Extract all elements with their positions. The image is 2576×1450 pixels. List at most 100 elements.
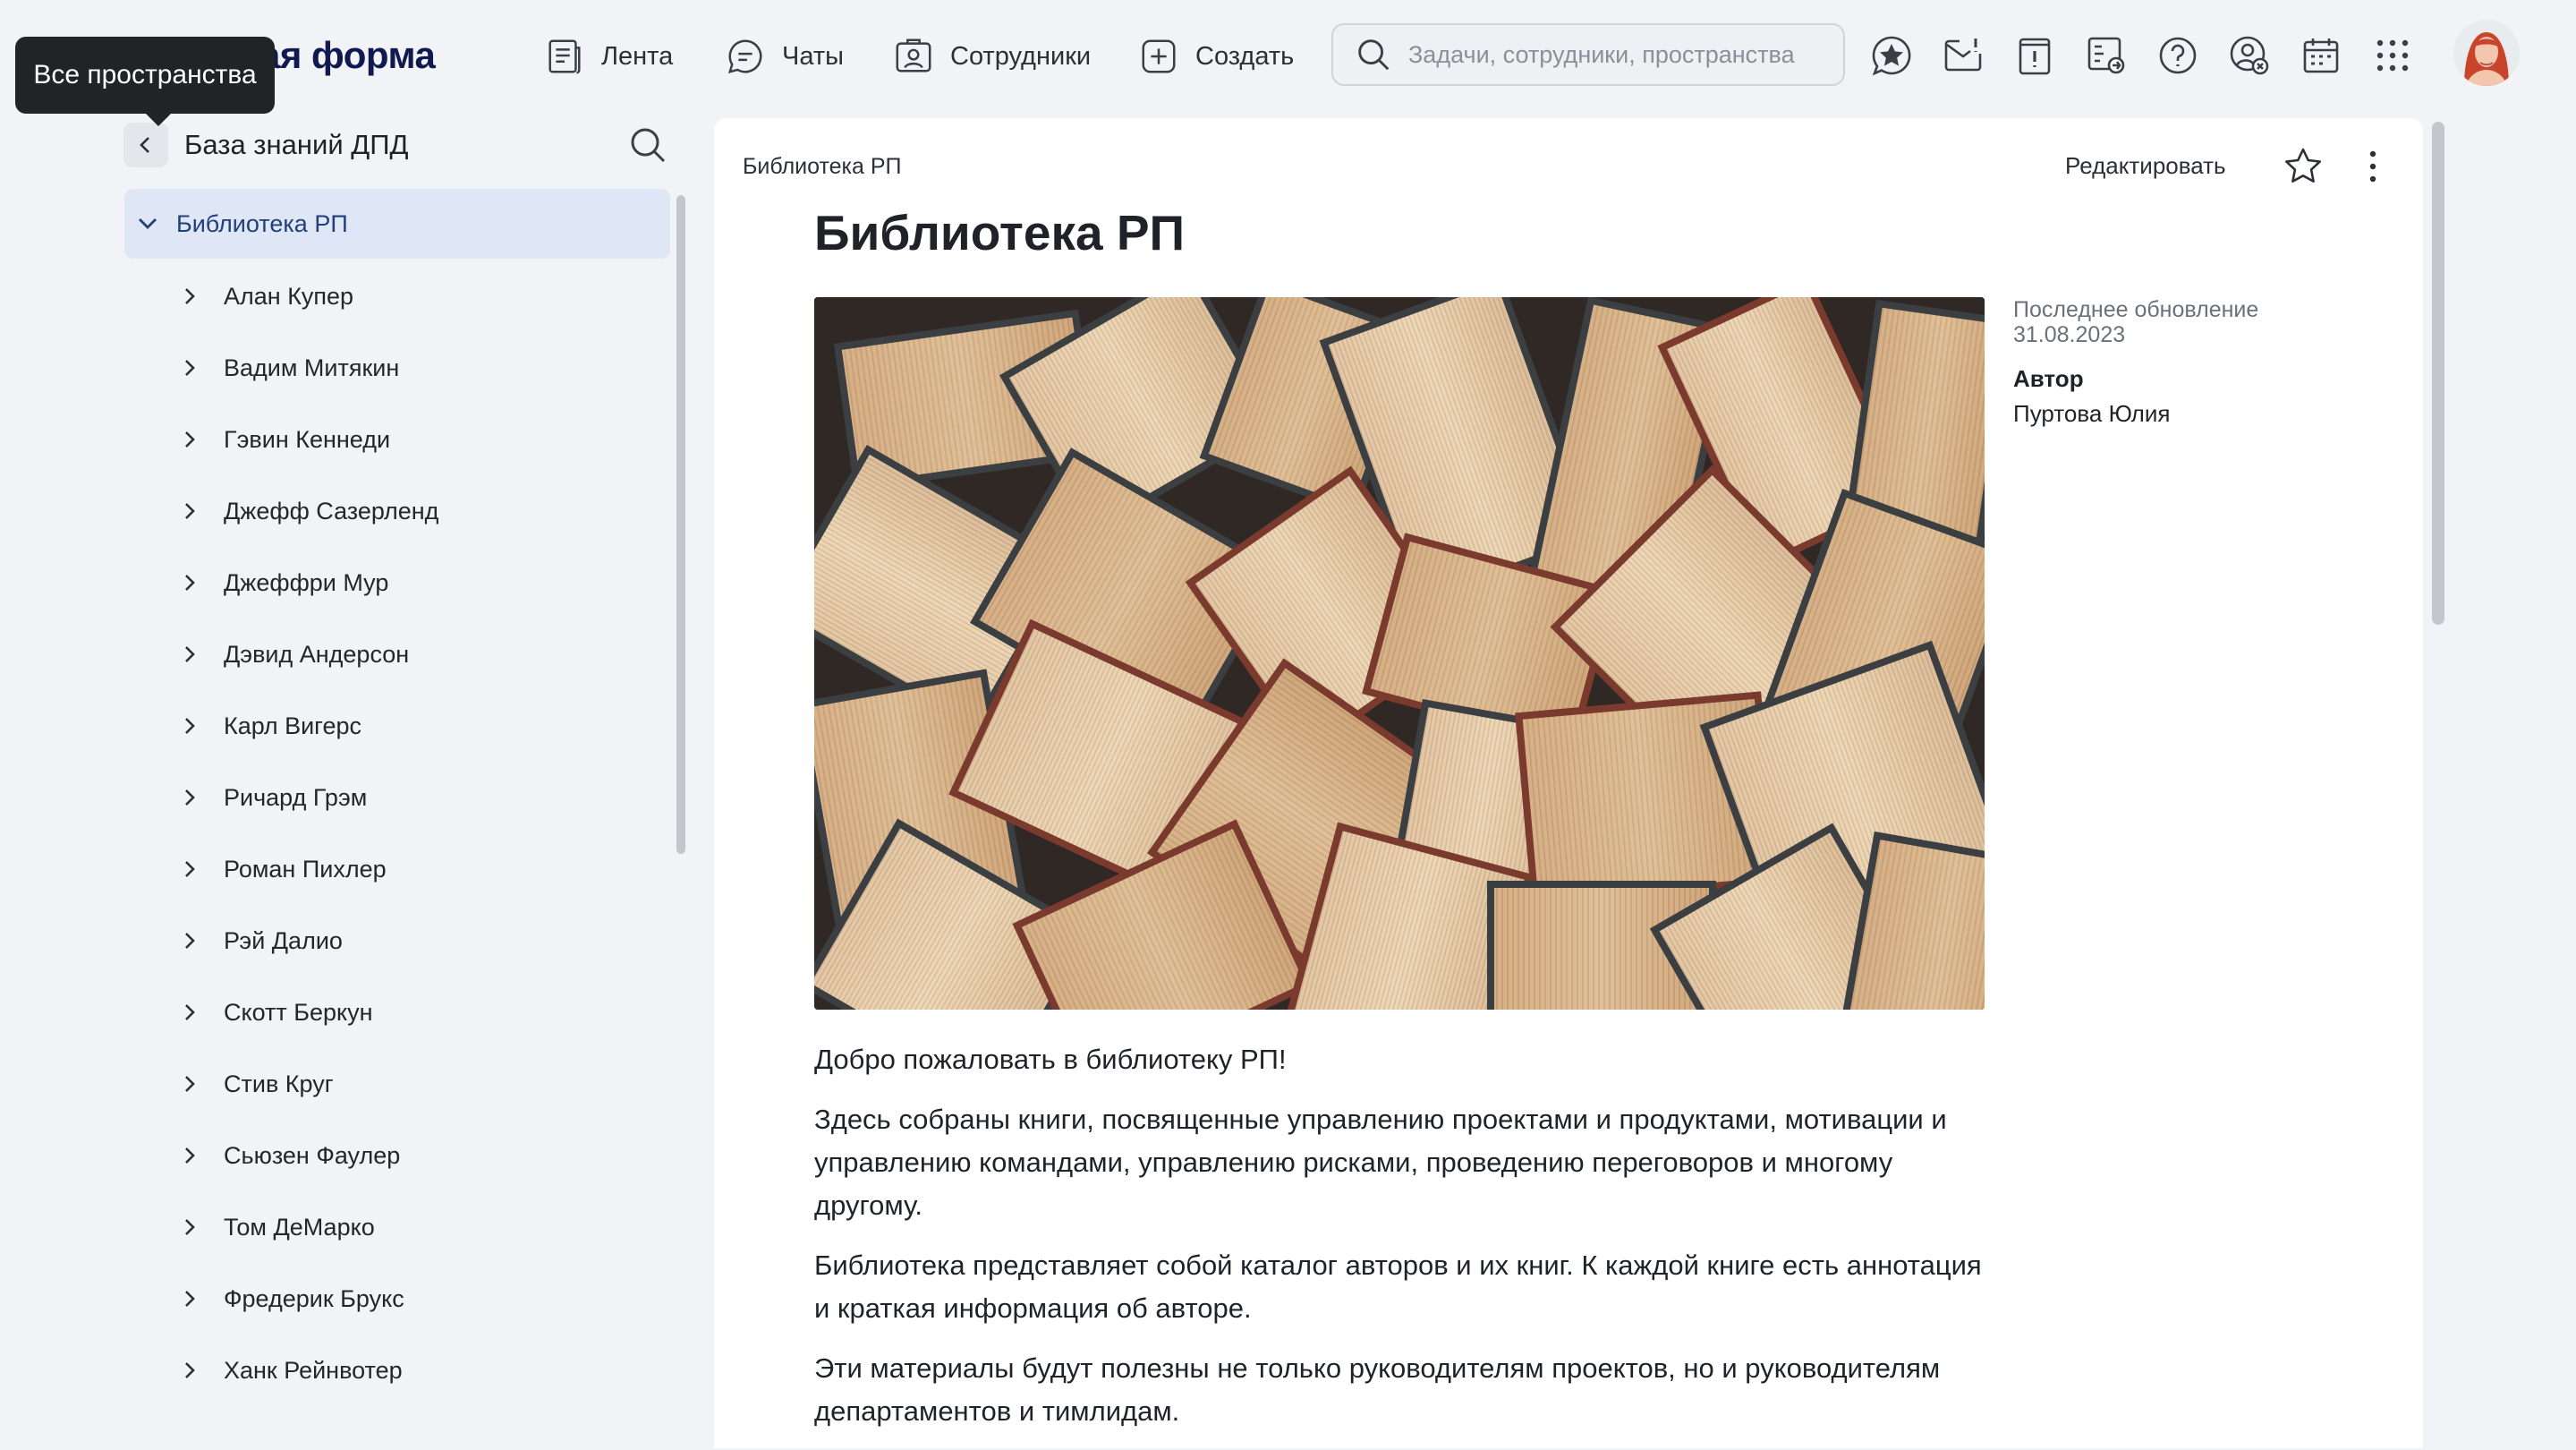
more-options-button[interactable] <box>2362 149 2384 184</box>
tree-item-label: Гэвин Кеннеди <box>224 425 391 453</box>
article-paragraph: Добро пожаловать в библиотеку РП! <box>814 1044 1287 1075</box>
tree-item-root[interactable]: Библиотека РП <box>124 189 670 259</box>
favorites-icon <box>1872 36 1911 76</box>
tree-item-label: Карл Вигерс <box>224 712 361 739</box>
article-paragraph: Здесь собраны книги, посвященные управле… <box>814 1104 1947 1221</box>
apps-button[interactable] <box>2371 34 2414 77</box>
tree-item-label: Роман Пихлер <box>224 855 387 883</box>
nav-chats[interactable]: Чаты <box>725 27 844 86</box>
chevron-right-icon <box>185 1076 195 1092</box>
star-icon <box>2285 148 2321 183</box>
tree-item[interactable]: Джефф Сазерленд <box>179 475 662 547</box>
chevron-right-icon <box>185 1147 195 1164</box>
author-name[interactable]: Пуртова Юлия <box>2013 400 2335 428</box>
tree-list: Алан Купер Вадим Митякин Гэвин Кеннеди Джеф… <box>179 260 662 1406</box>
tree-item[interactable]: Роман Пихлер <box>179 833 662 905</box>
chevron-right-icon <box>185 933 195 949</box>
user-settings-button[interactable] <box>2228 34 2271 77</box>
apps-grid-icon <box>2376 39 2409 72</box>
tree-item[interactable]: Рэй Далио <box>179 905 662 977</box>
chevron-right-icon <box>185 861 195 877</box>
tree-item-label: Скотт Беркун <box>224 998 373 1026</box>
content-panel: Библиотека РП Редактировать Библиотека Р… <box>714 118 2423 1448</box>
chevron-left-icon <box>140 137 149 153</box>
chevron-down-icon <box>139 218 157 229</box>
global-search[interactable] <box>1331 23 1845 86</box>
tree-item[interactable]: Том ДеМарко <box>179 1191 662 1263</box>
chevron-right-icon <box>185 575 195 591</box>
tree-item-label: Стив Круг <box>224 1070 334 1097</box>
chevron-right-icon <box>185 503 195 519</box>
tree-item-label: Рэй Далио <box>224 926 343 954</box>
calendar-icon <box>2303 38 2339 73</box>
settings-user-icon <box>2230 36 2269 75</box>
tree-item-label: Джеффри Мур <box>224 568 389 596</box>
back-button[interactable] <box>123 123 168 167</box>
last-updated-label: Последнее обновление <box>2013 297 2259 322</box>
tree-item[interactable]: Фредерик Брукс <box>179 1263 662 1335</box>
search-icon <box>631 128 666 163</box>
tree-item[interactable]: Дэвид Андерсон <box>179 618 662 690</box>
tree-item-label: Сьюзен Фаулер <box>224 1141 401 1169</box>
favorite-button[interactable] <box>2282 145 2325 188</box>
favorites-button[interactable] <box>1870 34 1913 77</box>
tree-item[interactable]: Стив Круг <box>179 1048 662 1120</box>
tree-item[interactable]: Алан Купер <box>179 260 662 332</box>
feed-icon <box>548 39 581 74</box>
nav-create[interactable]: Создать <box>1138 27 1294 86</box>
nav-employees[interactable]: Сотрудники <box>893 27 1091 86</box>
tree-item-label: Дэвид Андерсон <box>224 640 410 668</box>
alerts-button[interactable] <box>2013 34 2056 77</box>
edit-button[interactable]: Редактировать <box>2065 152 2226 180</box>
tree-item[interactable]: Вадим Митякин <box>179 332 662 404</box>
tasks-board-icon <box>2087 37 2125 74</box>
page-meta: Последнее обновление 31.08.2023 Автор Пу… <box>2013 297 2335 428</box>
create-icon <box>1142 39 1176 73</box>
chevron-right-icon <box>185 789 195 806</box>
nav-employees-label: Сотрудники <box>950 41 1092 71</box>
tree-item-label: Ханк Рейнвотер <box>224 1356 403 1384</box>
employees-icon <box>896 38 931 72</box>
breadcrumb[interactable]: Библиотека РП <box>743 154 902 180</box>
more-vertical-icon <box>2369 150 2376 183</box>
top-bar: ая форма Лента Чаты Сотрудники Создать <box>0 0 2576 115</box>
sidebar-scrollbar[interactable] <box>676 195 685 854</box>
space-title: База знаний ДПД <box>184 129 409 160</box>
calendar-button[interactable] <box>2300 34 2342 77</box>
content-scrollbar[interactable] <box>2432 122 2444 625</box>
chevron-right-icon <box>185 1004 195 1020</box>
sidebar-search-button[interactable] <box>626 124 669 166</box>
chevron-right-icon <box>185 431 195 448</box>
chat-icon <box>727 39 762 74</box>
books-photo <box>814 297 1985 1010</box>
cover-image <box>814 297 1985 1010</box>
nav-feed[interactable]: Лента <box>544 27 673 86</box>
messages-button[interactable] <box>1942 34 1985 77</box>
help-button[interactable] <box>2156 34 2199 77</box>
chevron-right-icon <box>185 288 195 304</box>
tree-item[interactable]: Ричард Грэм <box>179 762 662 833</box>
mail-icon <box>1944 38 1982 72</box>
tree-item-label: Ричард Грэм <box>224 783 368 811</box>
tree-item-label: Джефф Сазерленд <box>224 497 439 525</box>
chevron-right-icon <box>185 718 195 734</box>
chevron-right-icon <box>185 1362 195 1378</box>
tree-item[interactable]: Ханк Рейнвотер <box>179 1335 662 1406</box>
tree-item-label: Вадим Митякин <box>224 354 400 381</box>
tasks-board-button[interactable] <box>2085 34 2128 77</box>
tree-item[interactable]: Карл Вигерс <box>179 690 662 762</box>
tree-item[interactable]: Сьюзен Фаулер <box>179 1120 662 1191</box>
alert-icon <box>2019 38 2051 75</box>
search-input[interactable] <box>1407 39 1831 70</box>
tree-item[interactable]: Гэвин Кеннеди <box>179 404 662 475</box>
tree-item[interactable]: Скотт Беркун <box>179 977 662 1048</box>
article-paragraph: Библиотека представляет собой каталог ав… <box>814 1250 1982 1324</box>
avatar[interactable] <box>2453 20 2520 86</box>
chevron-right-icon <box>185 360 195 376</box>
article-body: Добро пожаловать в библиотеку РП! Здесь с… <box>814 1038 1995 1450</box>
search-icon <box>1358 39 1390 71</box>
chevron-right-icon <box>185 1219 195 1235</box>
chevron-right-icon <box>185 646 195 662</box>
nav-chats-label: Чаты <box>782 41 844 71</box>
tree-item[interactable]: Джеффри Мур <box>179 547 662 618</box>
